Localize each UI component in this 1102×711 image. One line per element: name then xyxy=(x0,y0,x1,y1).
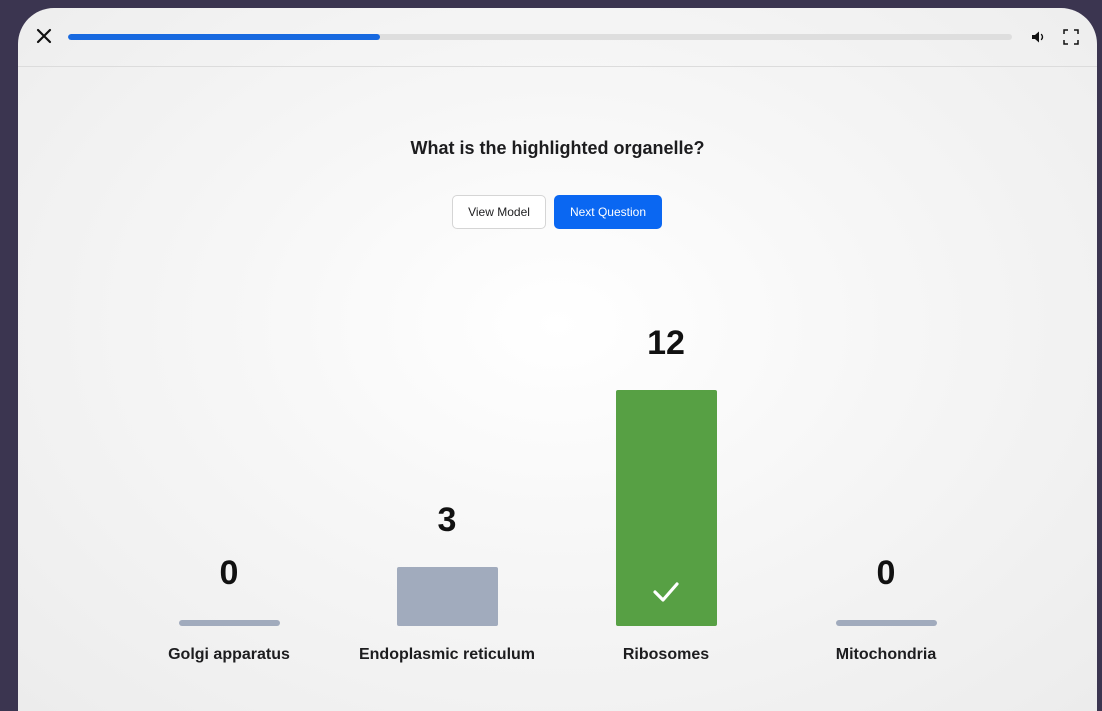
bar-count: 3 xyxy=(437,501,457,539)
bar-count: 0 xyxy=(219,554,239,592)
bar-endoplasmic-reticulum xyxy=(397,567,498,626)
quiz-card: What is the highlighted organelle? View … xyxy=(18,8,1097,711)
results-chart: 0 Golgi apparatus 3 Endoplasmic reticulum 12… xyxy=(18,8,1097,711)
bar-label: Mitochondria xyxy=(835,646,937,663)
bar-golgi-apparatus xyxy=(179,620,280,626)
bar-count: 0 xyxy=(876,554,896,592)
bar-count: 12 xyxy=(647,324,685,362)
bar-label: Golgi apparatus xyxy=(168,646,290,663)
bar-label: Endoplasmic reticulum xyxy=(358,646,536,663)
bar-mitochondria xyxy=(836,620,937,626)
check-icon xyxy=(652,580,680,609)
bar-label: Ribosomes xyxy=(622,646,710,663)
